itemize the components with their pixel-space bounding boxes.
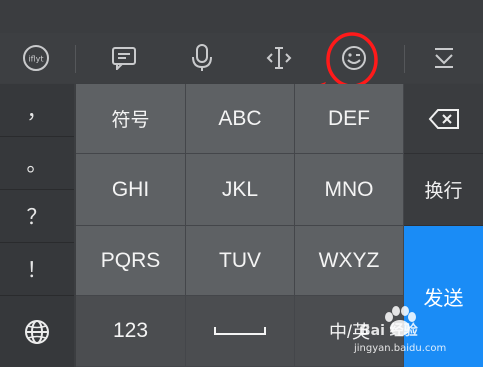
globe-icon[interactable] <box>0 296 74 367</box>
punct-period-key[interactable]: 。 <box>0 137 74 190</box>
key-pqrs[interactable]: PQRS <box>76 226 186 296</box>
newline-key[interactable]: 换行 <box>404 154 483 226</box>
key-tuv[interactable]: TUV <box>186 226 295 296</box>
backspace-key[interactable] <box>404 84 483 154</box>
key-mno[interactable]: MNO <box>295 154 404 226</box>
key-wxyz[interactable]: WXYZ <box>295 226 404 296</box>
send-button[interactable]: 发送 <box>404 226 483 367</box>
key-abc[interactable]: ABC <box>186 84 295 154</box>
key-ghi[interactable]: GHI <box>76 154 186 226</box>
punct-comma-key[interactable]: ， <box>0 84 74 137</box>
backspace-icon <box>428 108 459 129</box>
numbers-key[interactable]: 123 <box>76 296 186 367</box>
space-key[interactable] <box>186 296 295 367</box>
key-jkl[interactable]: JKL <box>186 154 295 226</box>
symbols-key[interactable]: 符号 <box>76 84 186 154</box>
space-bar-icon <box>214 327 266 335</box>
punct-question-key[interactable]: ？ <box>0 190 74 243</box>
punct-exclamation-key[interactable]: ！ <box>0 243 74 296</box>
key-def[interactable]: DEF <box>295 84 404 154</box>
language-toggle-key[interactable]: 中/英 <box>295 296 404 367</box>
